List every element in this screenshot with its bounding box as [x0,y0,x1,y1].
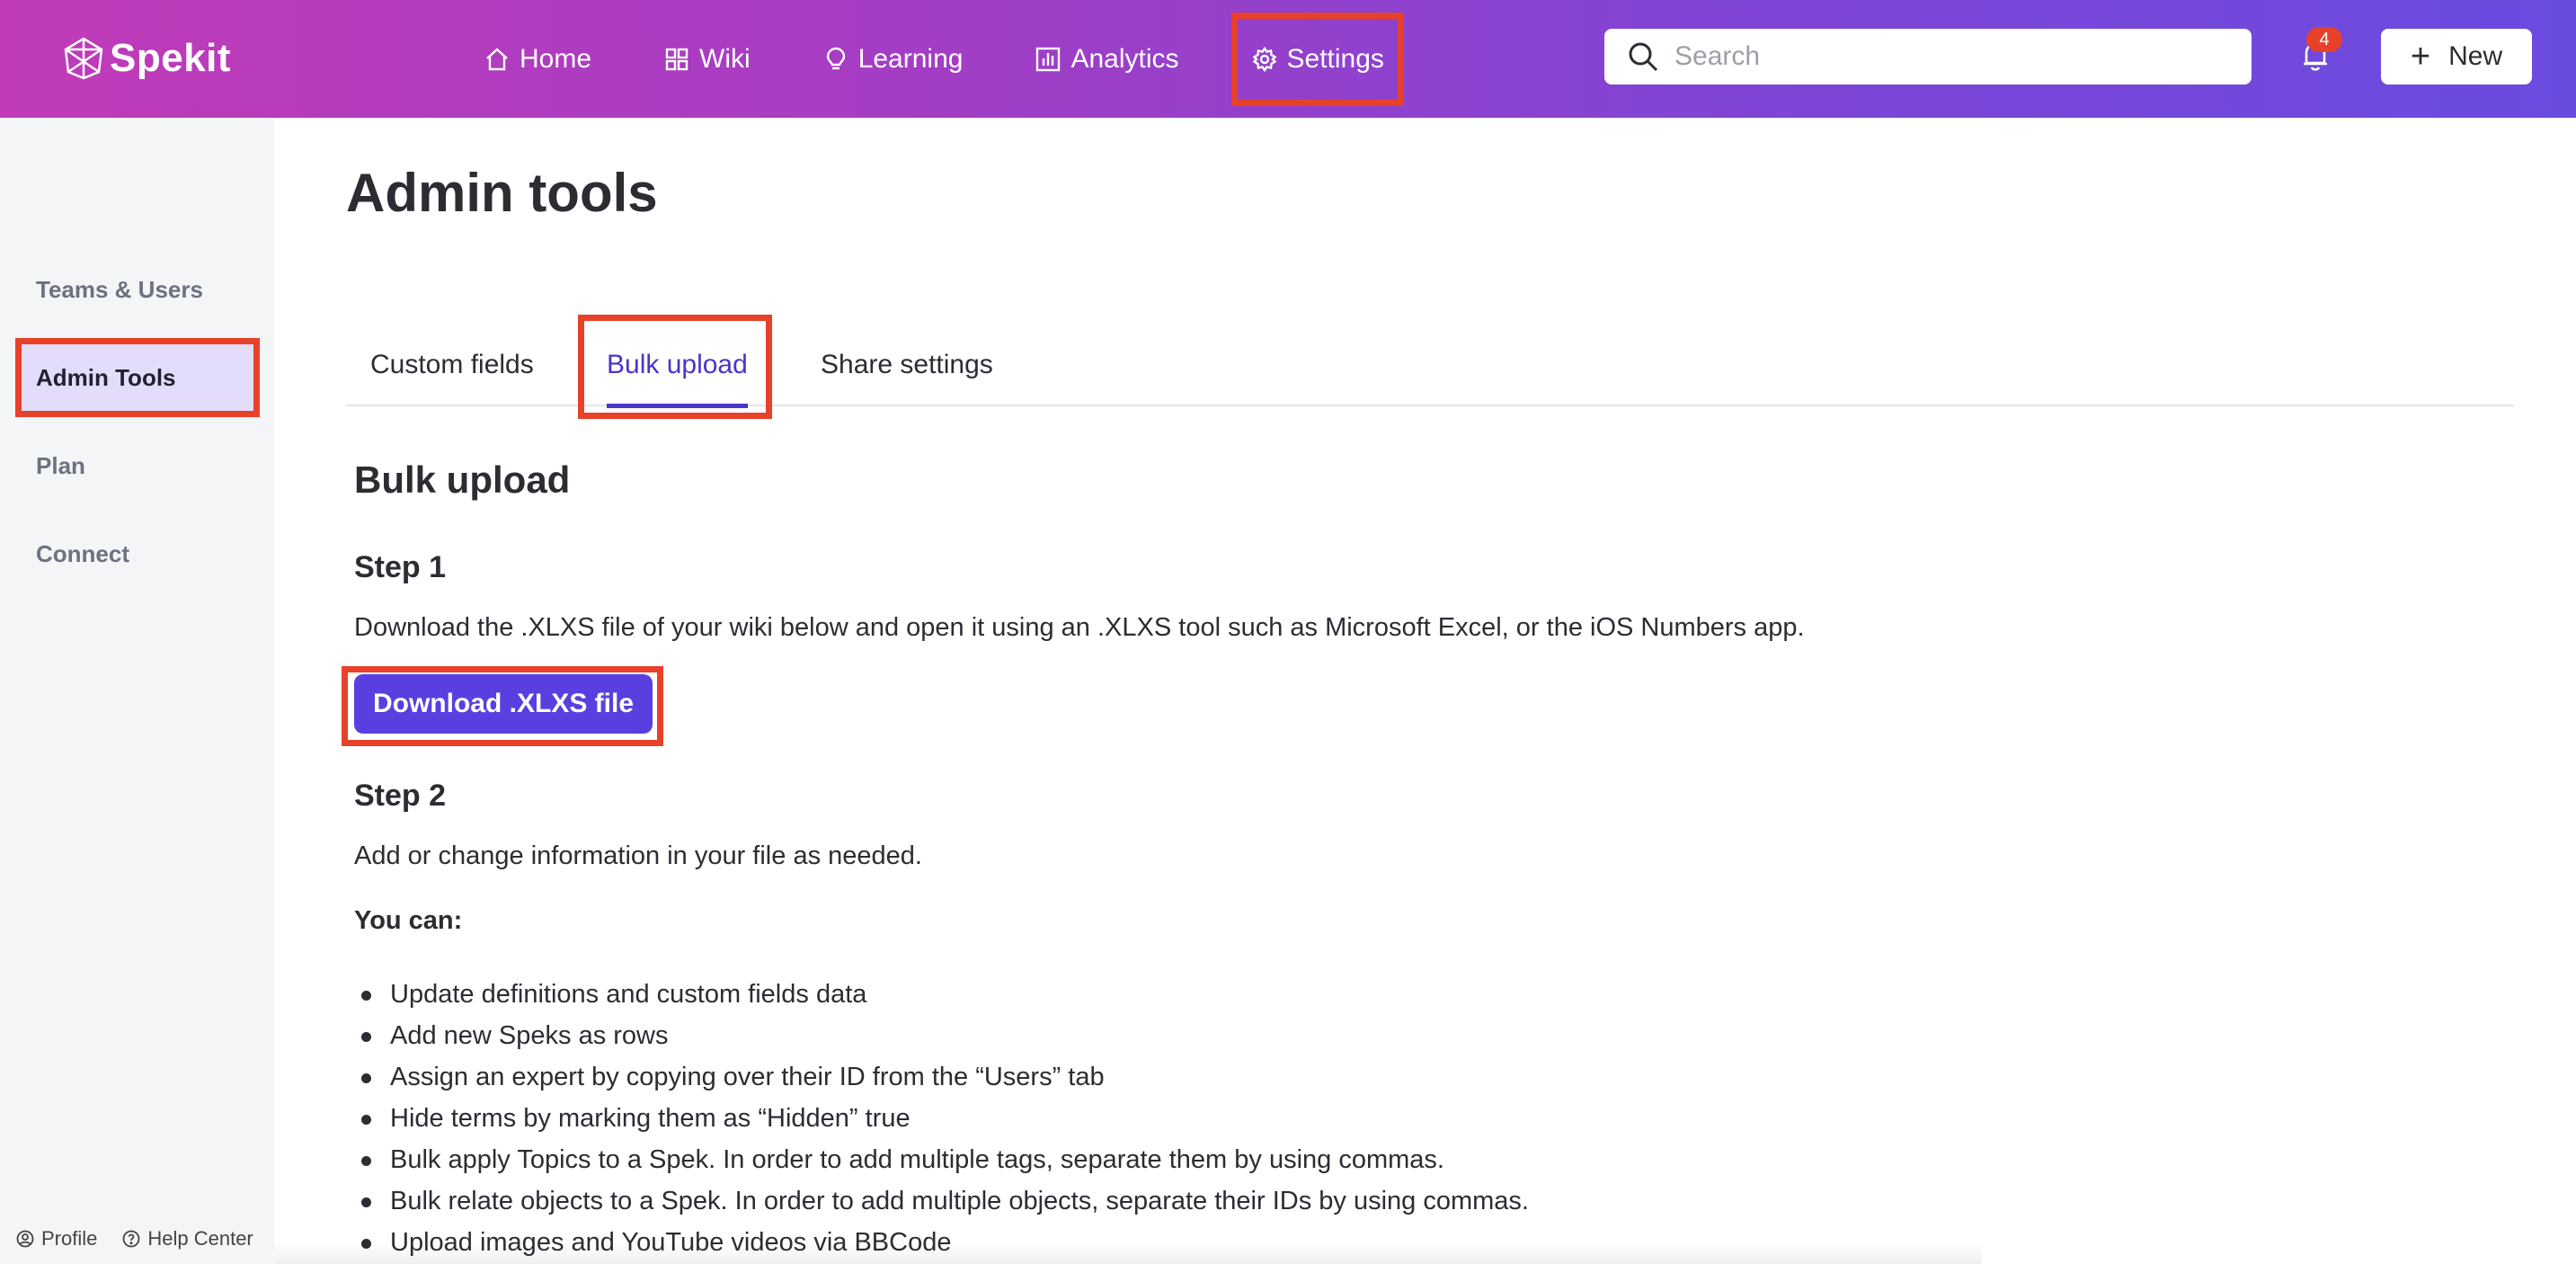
step-1-title: Step 1 [354,550,447,584]
main-nav: Home Wiki Learning Analytics Settings [467,0,1440,118]
sidebar-item-connect[interactable]: Connect [20,519,255,589]
list-item: Add new Speks as rows [354,1015,1529,1056]
sidebar-item-label: Teams & Users [36,275,203,303]
list-item: Bulk relate objects to a Spek. In order … [354,1180,1529,1222]
search-input[interactable] [1674,41,2232,72]
search-icon [1629,42,1658,72]
nav-learning[interactable]: Learning [806,16,980,102]
help-circle-icon [122,1230,140,1248]
new-button-label: New [2448,41,2503,71]
sidebar-item-teams-users[interactable]: Teams & Users [20,254,255,325]
nav-wiki[interactable]: Wiki [647,16,767,102]
section-title: Bulk upload [354,458,571,501]
nav-settings-label: Settings [1286,43,1384,74]
tab-label: Custom fields [370,350,534,379]
step-2-text: Add or change information in your file a… [354,841,922,870]
grid-icon [665,48,688,70]
list-item: Update definitions and custom fields dat… [354,974,1529,1015]
brand-name: Spekit [110,36,232,80]
nav-wiki-label: Wiki [699,43,751,74]
list-item: Hide terms by marking them as “Hidden” t… [354,1098,1529,1139]
spekit-logo-icon [64,37,103,80]
nav-analytics-label: Analytics [1070,43,1179,74]
list-item: Assign an expert by copying over their I… [354,1056,1529,1098]
tab-custom-fields[interactable]: Custom fields [370,324,534,406]
notification-count-badge: 4 [2306,27,2342,52]
home-icon [486,47,508,70]
step-1-text: Download the .XLXS file of your wiki bel… [354,613,1805,642]
sidebar-item-admin-tools[interactable]: Admin Tools [15,338,260,417]
nav-analytics[interactable]: Analytics [1018,16,1195,102]
plus-icon: + [2410,38,2431,76]
sidebar-item-label: Plan [36,451,85,479]
brand-logo[interactable]: Spekit [63,27,231,90]
sidebar-item-label: Admin Tools [36,363,176,391]
lightbulb-icon [826,47,845,69]
download-xlxs-button[interactable]: Download .XLXS file [354,674,653,734]
settings-sidebar: Teams & Users Admin Tools Plan Connect [0,118,274,1264]
help-center-link[interactable]: Help Center [122,1227,253,1251]
you-can-label: You can: [354,906,463,935]
new-button[interactable]: + New [2381,29,2532,85]
step-2-title: Step 2 [354,779,447,813]
nav-home-label: Home [520,43,592,74]
bar-chart-icon [1036,47,1061,71]
list-item: Bulk apply Topics to a Spek. In order to… [354,1139,1529,1180]
nav-home[interactable]: Home [467,16,608,102]
bullet-list: Update definitions and custom fields dat… [354,974,1529,1263]
nav-learning-label: Learning [857,43,964,74]
tab-share-settings[interactable]: Share settings [821,324,993,406]
sidebar-item-label: Connect [36,539,129,567]
profile-link[interactable]: Profile [16,1227,97,1251]
gear-icon [1252,46,1276,72]
nav-settings[interactable]: Settings [1230,12,1405,106]
user-circle-icon [16,1230,34,1248]
tab-label: Share settings [821,350,993,379]
sidebar-item-plan[interactable]: Plan [20,431,255,501]
sidebar-footer: Profile Help Center [16,1227,279,1251]
help-center-label: Help Center [147,1227,253,1250]
search-box[interactable] [1604,29,2252,85]
profile-label: Profile [41,1227,98,1250]
page-title: Admin tools [346,163,658,223]
top-nav-bar: Spekit Home Wiki Learning Analytics Sett… [0,0,2576,118]
bottom-fade [274,1241,1982,1264]
tab-highlight-box [578,315,772,419]
